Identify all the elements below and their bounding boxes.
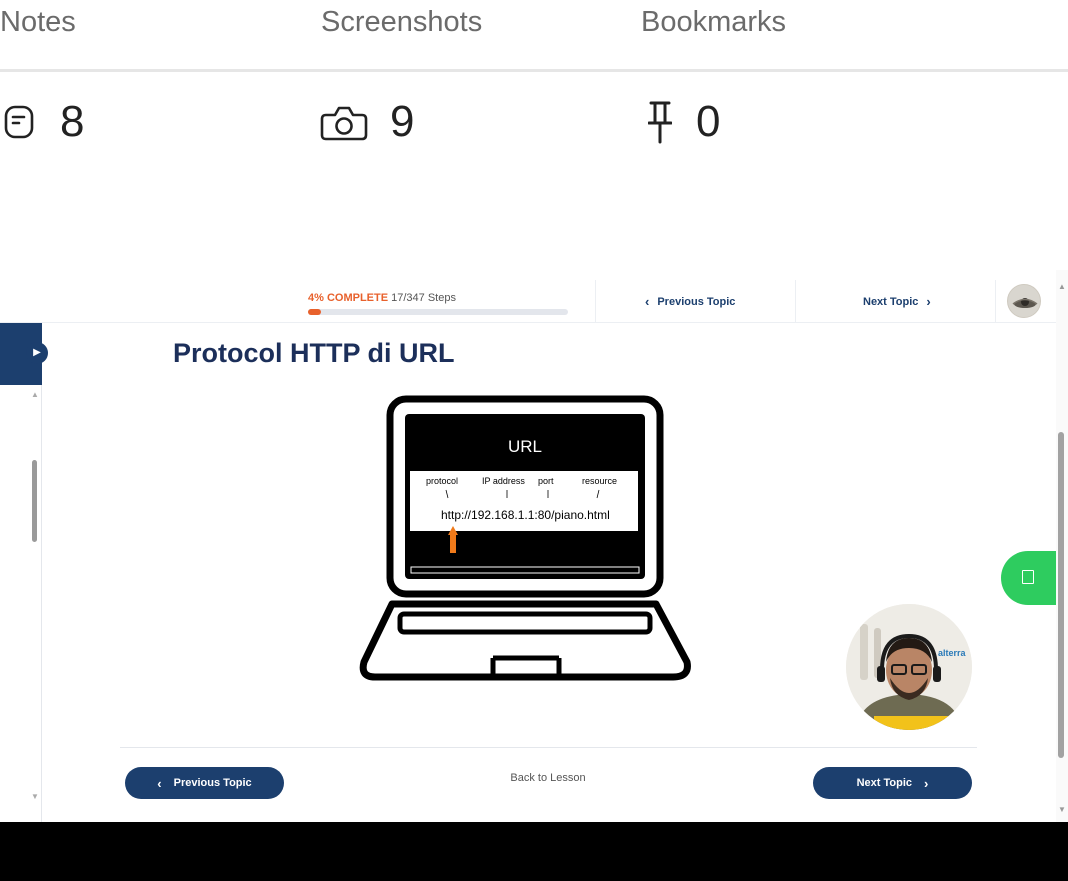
- nav-separator: [995, 280, 996, 322]
- avatar-image: [1012, 298, 1038, 308]
- camera-icon: [320, 106, 368, 141]
- bookmarks-count: 0: [696, 97, 721, 146]
- url-part-protocol: protocol: [426, 476, 458, 486]
- sidebar-scroll-down-icon[interactable]: ▼: [31, 792, 39, 801]
- url-part-resource: resource: [582, 476, 617, 486]
- footer-divider: [120, 747, 977, 748]
- note-icon: [4, 105, 34, 139]
- bottom-black-bar: [0, 822, 1068, 881]
- screenshots-stat[interactable]: 9: [320, 96, 414, 148]
- page-scrollbar[interactable]: ▲ ▼: [1056, 270, 1068, 822]
- lesson-title: Protocol HTTP di URL: [173, 338, 455, 368]
- top-previous-label: Previous Topic: [657, 295, 736, 308]
- chat-button[interactable]: [1001, 551, 1056, 605]
- url-part-port: port: [538, 476, 554, 486]
- screenshots-count: 9: [390, 97, 415, 146]
- chevron-right-icon: ›: [926, 294, 931, 309]
- bookmarks-stat[interactable]: 0: [648, 96, 720, 148]
- presenter-image: alterra: [846, 604, 972, 730]
- tabs-divider: [0, 69, 1068, 72]
- progress-text: 4% COMPLETE 17/347 Steps: [308, 292, 456, 304]
- tab-screenshots[interactable]: Screenshots: [321, 6, 482, 39]
- notes-count: 8: [60, 97, 85, 146]
- chevron-left-icon: ‹: [645, 294, 650, 309]
- laptop-keyboard-slot: [397, 611, 653, 635]
- header-divider: [0, 322, 1056, 323]
- tab-notes[interactable]: Notes: [0, 6, 76, 39]
- progress-area: 4% COMPLETE 17/347 Steps: [308, 292, 568, 315]
- sidebar-rail: [0, 385, 42, 822]
- nav-separator: [795, 280, 796, 322]
- progress-steps: 17/347 Steps: [391, 292, 456, 304]
- next-topic-button[interactable]: Next Topic ›: [813, 767, 972, 799]
- chevron-left-icon: ‹: [157, 775, 162, 791]
- back-to-lesson-link[interactable]: Back to Lesson: [470, 772, 626, 784]
- laptop-url-illustration: URL protocol IP address port resource ht…: [359, 395, 691, 681]
- progress-bar: [308, 309, 568, 315]
- nav-separator: [595, 280, 596, 322]
- facecam-brand: alterra: [938, 648, 967, 658]
- previous-topic-button[interactable]: ‹ Previous Topic: [125, 767, 284, 799]
- url-part-ip: IP address: [482, 476, 525, 486]
- sidebar-scroll-up-icon[interactable]: ▲: [31, 390, 39, 399]
- expand-sidebar-icon[interactable]: ▶: [26, 342, 48, 364]
- tab-bookmarks[interactable]: Bookmarks: [641, 6, 786, 39]
- pin-icon: [648, 101, 672, 144]
- user-avatar[interactable]: [1007, 284, 1041, 318]
- chevron-right-icon: ›: [924, 775, 929, 791]
- top-next-label: Next Topic: [863, 295, 919, 308]
- chat-icon: [1022, 570, 1034, 584]
- course-frame: 4% COMPLETE 17/347 Steps ‹ Previous Topi…: [0, 270, 1068, 822]
- notes-stat[interactable]: 8: [4, 96, 84, 148]
- previous-topic-label: Previous Topic: [173, 777, 252, 789]
- page-scrollbar-thumb[interactable]: [1058, 432, 1064, 758]
- url-example: http://192.168.1.1:80/piano.html: [441, 508, 610, 522]
- next-topic-label: Next Topic: [856, 777, 913, 789]
- url-heading: URL: [508, 437, 542, 456]
- scroll-down-icon[interactable]: ▼: [1058, 805, 1066, 814]
- top-next-topic[interactable]: Next Topic ›: [863, 294, 931, 309]
- progress-percent: 4% COMPLETE: [308, 292, 389, 304]
- sidebar-scrollbar-thumb[interactable]: [32, 460, 37, 542]
- progress-fill: [308, 309, 321, 315]
- scroll-up-icon[interactable]: ▲: [1058, 282, 1066, 291]
- top-previous-topic[interactable]: ‹ Previous Topic: [645, 294, 735, 309]
- presenter-video[interactable]: alterra: [846, 604, 972, 730]
